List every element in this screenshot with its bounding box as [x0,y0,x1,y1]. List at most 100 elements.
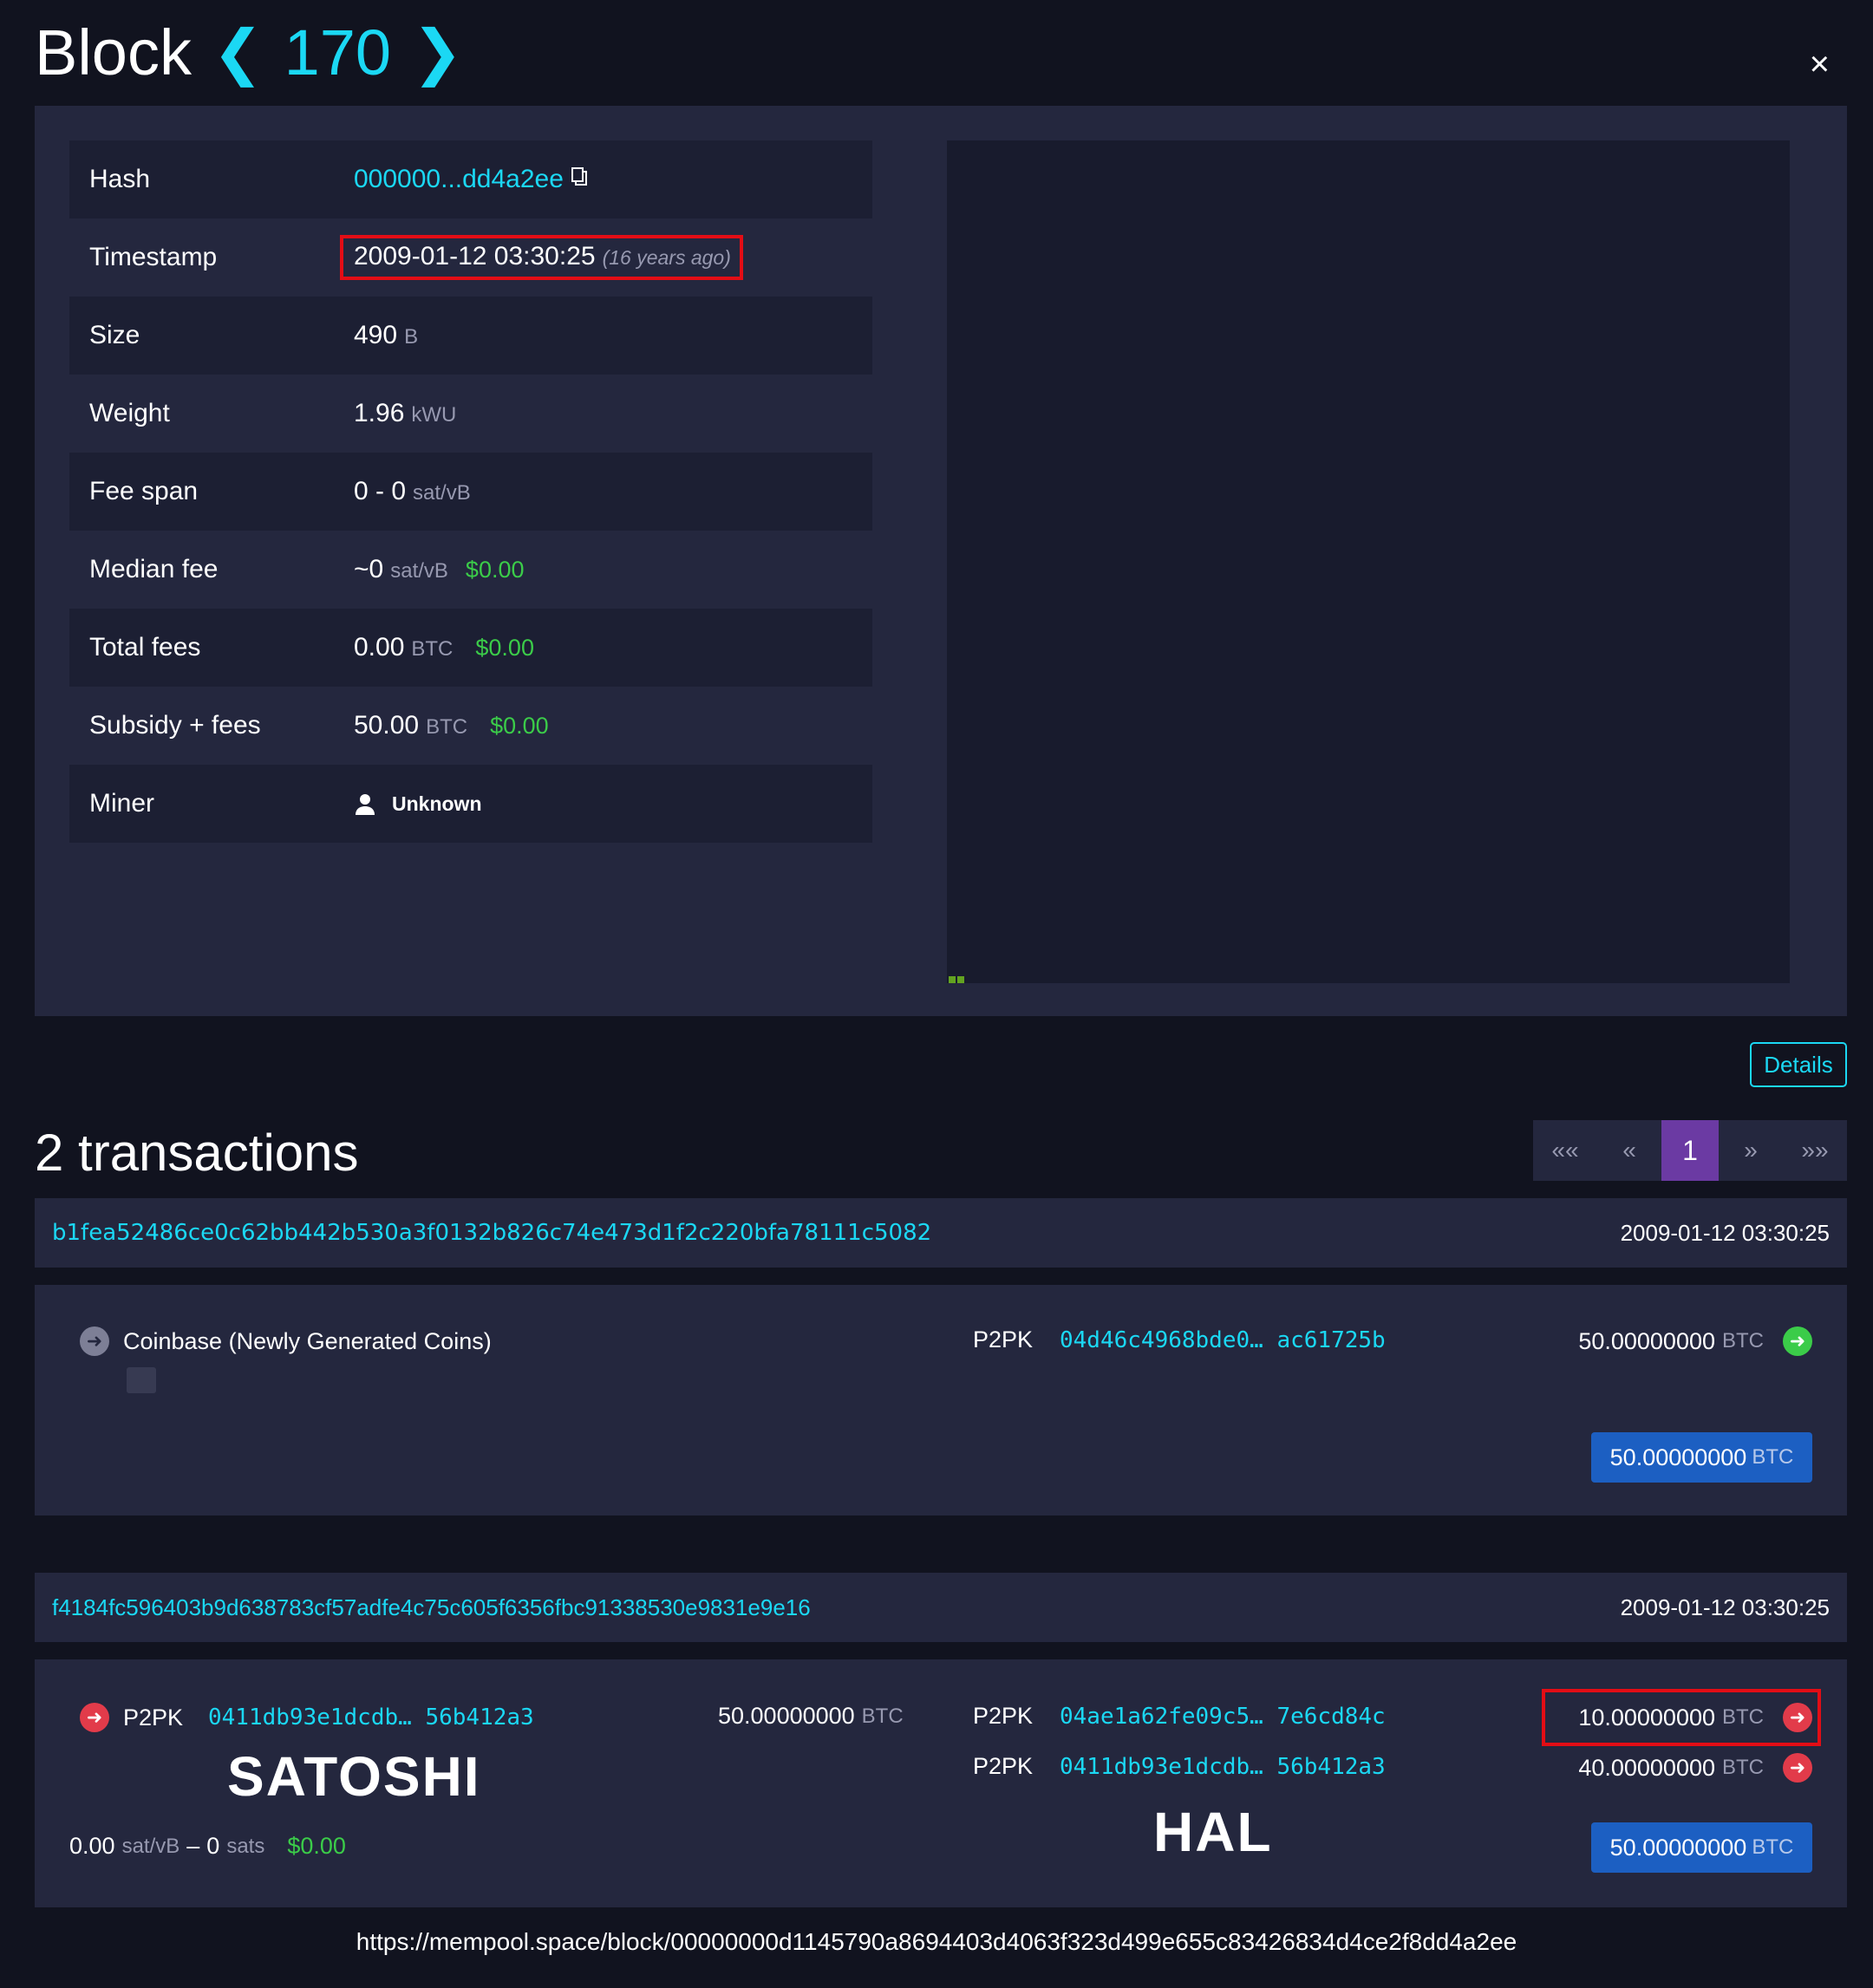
tx-header: f4184fc596403b9d638783cf57adfe4c75c605f6… [35,1573,1847,1642]
block-summary-panel: Hash 000000...dd4a2ee Timestamp 2009-01-… [35,106,1847,1016]
tx-output: P2PK 0411db93e1dcdb… 56b412a3 [973,1753,1386,1780]
median-fee-fiat: $0.00 [465,557,525,583]
pager-current[interactable]: 1 [1661,1120,1719,1181]
info-row-weight: Weight 1.96 kWU [69,375,872,453]
tx-total-badge: 50.00000000 BTC [1591,1822,1812,1873]
fee-rate-unit: sat/vB [121,1834,180,1858]
info-key: Median fee [89,555,219,583]
fee-sats: 0 [206,1833,220,1859]
fee-fiat: $0.00 [287,1833,346,1859]
total-fees-unit: BTC [411,637,454,661]
arrow-right-icon[interactable]: ➜ [1783,1326,1812,1356]
txid-link[interactable]: f4184fc596403b9d638783cf57adfe4c75c605f6… [35,1594,811,1621]
tx-square[interactable] [957,976,964,983]
fee-span-value: 0 - 0 [354,477,407,505]
output-address[interactable]: 0411db93e1dcdb… 56b412a3 [1060,1754,1386,1780]
output-address[interactable]: 04d46c4968bde0… ac61725b [1060,1327,1386,1353]
output-address[interactable]: 04ae1a62fe09c5… 7e6cd84c [1060,1704,1386,1730]
arrow-right-icon[interactable]: ➜ [1783,1703,1812,1732]
total-fees-fiat: $0.00 [475,635,534,661]
info-key: Fee span [89,477,199,505]
output-amount: 40.00000000 [1578,1754,1715,1781]
output-type: P2PK [973,1753,1034,1779]
tx-square[interactable] [949,976,956,983]
info-row-size: Size 490 B [69,297,872,375]
page-title: Block ❮ 170 ❯ [35,10,463,94]
median-fee-value: ~0 [354,555,384,583]
pager-next[interactable]: » [1719,1120,1783,1181]
block-hash-link[interactable]: 000000...dd4a2ee [354,165,564,194]
user-icon [354,792,376,815]
close-icon[interactable]: × [1810,45,1830,84]
pagination: «« « 1 » »» [1533,1120,1847,1181]
pager-last[interactable]: »» [1783,1120,1847,1181]
subsidy-unit: BTC [426,715,468,739]
coinbase-label: Coinbase (Newly Generated Coins) [123,1327,492,1354]
info-key: Size [89,321,140,349]
input-address[interactable]: 0411db93e1dcdb… 56b412a3 [208,1704,534,1731]
info-row-fee-span: Fee span 0 - 0 sat/vB [69,453,872,531]
pager-first[interactable]: «« [1533,1120,1597,1181]
arrow-right-icon[interactable]: ➜ [1783,1753,1812,1783]
median-fee-unit: sat/vB [390,559,448,583]
info-row-miner: Miner Unknown [69,765,872,843]
chevron-right-icon[interactable]: ❯ [412,16,463,88]
timestamp-value: 2009-01-12 03:30:25 [354,242,596,270]
timestamp-relative: (16 years ago) [602,246,731,269]
output-amount: 10.00000000 [1578,1704,1715,1731]
input-amount-line: 50.00000000 BTC [718,1703,904,1730]
tx-time: 2009-01-12 03:30:25 [1620,1219,1830,1246]
miner-name[interactable]: Unknown [392,792,482,816]
txid-link[interactable]: b1fea52486ce0c62bb442b530a3f0132b826c74e… [35,1220,931,1246]
total-amount: 50.00000000 [1609,1834,1747,1861]
info-row-hash: Hash 000000...dd4a2ee [69,140,872,218]
tx-body: ➜ Coinbase (Newly Generated Coins) P2PK … [35,1285,1847,1515]
subsidy-fiat: $0.00 [490,713,549,739]
fee-span-unit: sat/vB [413,481,471,505]
tx-body: ➜ P2PK 0411db93e1dcdb… 56b412a3 50.00000… [35,1659,1847,1907]
info-row-timestamp: Timestamp 2009-01-12 03:30:25 (16 years … [69,218,872,297]
arrow-right-icon[interactable]: ➜ [80,1326,109,1356]
input-amount: 50.00000000 [718,1703,855,1729]
tx-total-badge: 50.00000000 BTC [1591,1432,1812,1483]
info-key: Hash [89,165,151,193]
fee-separator: – [186,1833,200,1859]
info-key: Subsidy + fees [89,711,261,740]
details-button[interactable]: Details [1750,1042,1847,1087]
output-unit: BTC [1722,1705,1764,1729]
total-unit: BTC [1752,1445,1794,1469]
subsidy-value: 50.00 [354,711,420,740]
weight-value: 1.96 [354,399,405,427]
output-unit: BTC [1722,1329,1764,1352]
block-number: 170 [284,16,392,88]
output-amount: 50.00000000 [1578,1327,1715,1354]
output-amount-line: 50.00000000 BTC ➜ [1578,1326,1812,1356]
chevron-left-icon[interactable]: ❮ [212,16,264,88]
size-value: 490 [354,321,398,349]
transactions-heading: 2 transactions [35,1124,359,1182]
copy-icon[interactable] [571,165,590,186]
coinbase-data-chip[interactable] [127,1367,156,1393]
info-row-subsidy: Subsidy + fees 50.00 BTC $0.00 [69,687,872,765]
info-row-total-fees: Total fees 0.00 BTC $0.00 [69,609,872,687]
arrow-right-icon[interactable]: ➜ [80,1703,109,1732]
tx-input: ➜ Coinbase (Newly Generated Coins) [80,1326,492,1356]
tx-output: P2PK 04ae1a62fe09c5… 7e6cd84c [973,1703,1386,1730]
block-visualization[interactable] [947,140,1790,983]
output-amount-line: 40.00000000 BTC ➜ [1578,1753,1812,1783]
tx-output: P2PK 04d46c4968bde0… ac61725b [973,1326,1386,1353]
fee-sats-unit: sats [226,1834,265,1858]
annotation-satoshi: SATOSHI [227,1745,481,1808]
timestamp-highlight: 2009-01-12 03:30:25 (16 years ago) [340,235,743,280]
tx-input: ➜ P2PK 0411db93e1dcdb… 56b412a3 [80,1703,534,1732]
total-amount: 50.00000000 [1609,1444,1747,1470]
output-amount-line: 10.00000000 BTC ➜ [1578,1703,1812,1732]
tx-time: 2009-01-12 03:30:25 [1620,1594,1830,1620]
tx-fee-line: 0.00 sat/vB – 0 sats $0.00 [69,1833,346,1860]
pager-prev[interactable]: « [1597,1120,1661,1181]
output-type: P2PK [973,1703,1034,1729]
info-key: Weight [89,399,170,427]
size-unit: B [404,325,419,349]
block-title-label: Block [35,16,192,88]
total-fees-value: 0.00 [354,633,405,662]
